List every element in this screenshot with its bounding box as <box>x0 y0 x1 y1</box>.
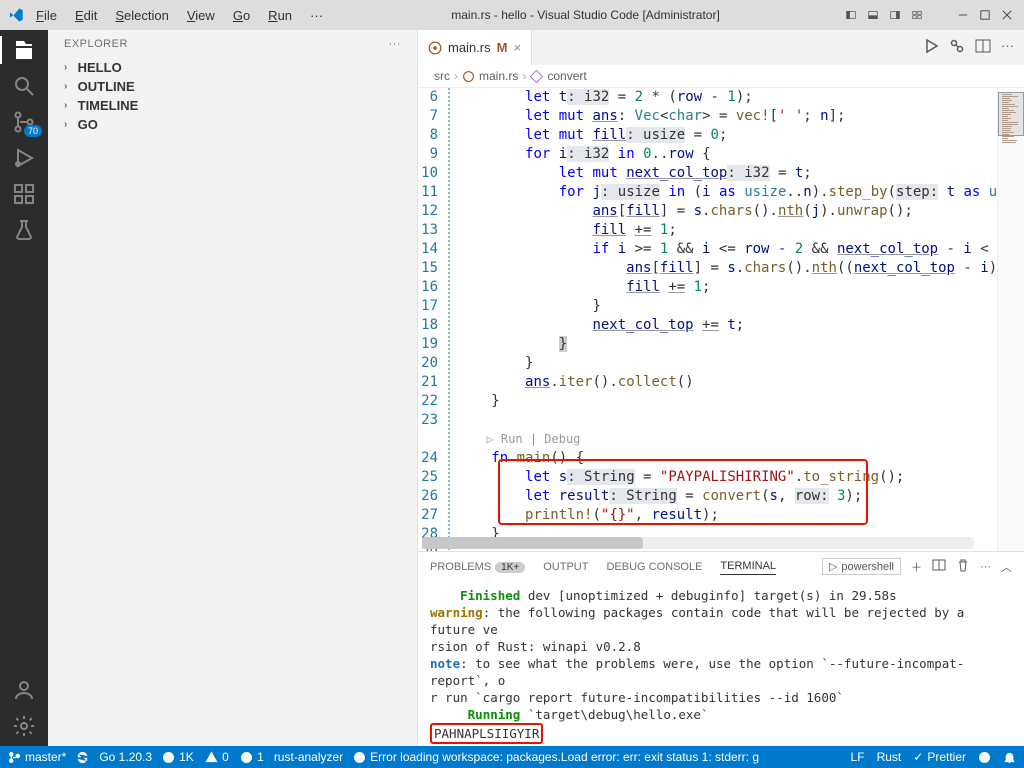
close-icon[interactable] <box>998 5 1016 25</box>
sidebar-title: EXPLORER <box>64 38 128 50</box>
annotation-box-editor <box>498 459 868 525</box>
breadcrumbs[interactable]: src› main.rs› convert <box>418 65 1024 88</box>
title-bar: File Edit Selection View Go Run ··· main… <box>0 0 1024 30</box>
layout-secondary-icon[interactable] <box>886 4 904 26</box>
tab-debug-console[interactable]: DEBUG CONSOLE <box>606 559 702 575</box>
status-bar: master* Go 1.20.3 1K 0 1 rust-analyzer E… <box>0 746 1024 768</box>
layout-panel-icon[interactable] <box>864 4 882 26</box>
more-icon[interactable]: ··· <box>1001 38 1014 57</box>
rust-file-icon <box>428 41 442 55</box>
tab-row: main.rs M × ··· <box>418 30 1024 65</box>
rust-file-icon <box>462 70 475 83</box>
accounts-icon[interactable] <box>12 678 36 702</box>
tree-outline[interactable]: › OUTLINE <box>56 77 409 96</box>
sb-branch[interactable]: master* <box>8 750 66 764</box>
annotation-box-output: PAHNAPLSIIGYIR <box>430 723 543 744</box>
layout-primary-icon[interactable] <box>842 4 860 26</box>
sb-errors[interactable]: 1K 0 1 <box>162 750 264 764</box>
tree-timeline[interactable]: › TIMELINE <box>56 96 409 115</box>
activity-bar: 70 <box>0 30 48 746</box>
sb-go[interactable]: Go 1.20.3 <box>99 750 152 764</box>
code-editor[interactable]: 6789101112131415161718192021222324252627… <box>418 88 1024 551</box>
menu-go[interactable]: Go <box>227 6 256 25</box>
kill-terminal-icon[interactable] <box>956 558 970 575</box>
settings-gear-icon[interactable] <box>12 714 36 738</box>
maximize-icon[interactable] <box>976 5 994 25</box>
testing-icon[interactable] <box>12 218 36 242</box>
sb-error-msg[interactable]: Error loading workspace: packages.Load e… <box>353 750 759 764</box>
function-icon <box>530 70 543 83</box>
panel-more-icon[interactable]: ··· <box>980 561 991 573</box>
layout-customize-icon[interactable] <box>908 4 926 26</box>
menu-file[interactable]: File <box>30 6 63 25</box>
new-terminal-icon[interactable]: ＋ <box>911 559 922 575</box>
debug-icon[interactable] <box>949 38 965 57</box>
terminal[interactable]: Finished dev [unoptimized + debuginfo] t… <box>418 581 1024 746</box>
panel: PROBLEMS1K+ OUTPUT DEBUG CONSOLE TERMINA… <box>418 551 1024 746</box>
sb-rust-analyzer[interactable]: rust-analyzer <box>274 750 343 764</box>
sb-feedback-icon[interactable] <box>978 751 991 764</box>
extensions-icon[interactable] <box>12 182 36 206</box>
menu-run[interactable]: Run <box>262 6 298 25</box>
window-title: main.rs - hello - Visual Studio Code [Ad… <box>335 8 836 22</box>
run-icon[interactable] <box>923 38 939 57</box>
sb-prettier[interactable]: ✓ Prettier <box>913 750 966 764</box>
vscode-logo-icon <box>8 7 24 23</box>
sb-notifications-icon[interactable] <box>1003 751 1016 764</box>
split-terminal-icon[interactable] <box>932 558 946 575</box>
sidebar-more-icon[interactable]: ··· <box>389 38 402 50</box>
source-control-icon[interactable]: 70 <box>12 110 36 134</box>
minimize-icon[interactable] <box>954 5 972 25</box>
sb-lang[interactable]: Rust <box>877 750 902 764</box>
menu-overflow[interactable]: ··· <box>304 6 329 25</box>
sb-sync[interactable] <box>76 751 89 764</box>
horizontal-scrollbar[interactable] <box>422 537 974 549</box>
tree-hello[interactable]: › HELLO <box>56 58 409 77</box>
change-indicator <box>448 88 450 551</box>
shell-picker[interactable]: ▷ powershell <box>822 558 901 575</box>
menu-edit[interactable]: Edit <box>69 6 103 25</box>
split-icon[interactable] <box>975 38 991 57</box>
sidebar: EXPLORER ··· › HELLO › OUTLINE › TIMELIN… <box>48 30 418 746</box>
tab-terminal[interactable]: TERMINAL <box>720 558 776 575</box>
sb-eol[interactable]: LF <box>851 750 865 764</box>
maximize-panel-icon[interactable]: ︿ <box>1001 559 1012 575</box>
minimap[interactable] <box>997 88 1024 551</box>
menu-selection[interactable]: Selection <box>109 6 174 25</box>
editor-area: main.rs M × ··· src› main.rs› convert 67… <box>418 30 1024 746</box>
explorer-icon[interactable] <box>12 38 36 62</box>
scm-badge: 70 <box>24 125 42 137</box>
tab-close-icon[interactable]: × <box>513 40 521 55</box>
search-icon[interactable] <box>12 74 36 98</box>
tab-problems[interactable]: PROBLEMS1K+ <box>430 559 525 575</box>
tab-output[interactable]: OUTPUT <box>543 559 588 575</box>
menu-view[interactable]: View <box>181 6 221 25</box>
tab-main-rs[interactable]: main.rs M × <box>418 30 532 65</box>
run-debug-icon[interactable] <box>12 146 36 170</box>
tree-go[interactable]: › GO <box>56 115 409 134</box>
